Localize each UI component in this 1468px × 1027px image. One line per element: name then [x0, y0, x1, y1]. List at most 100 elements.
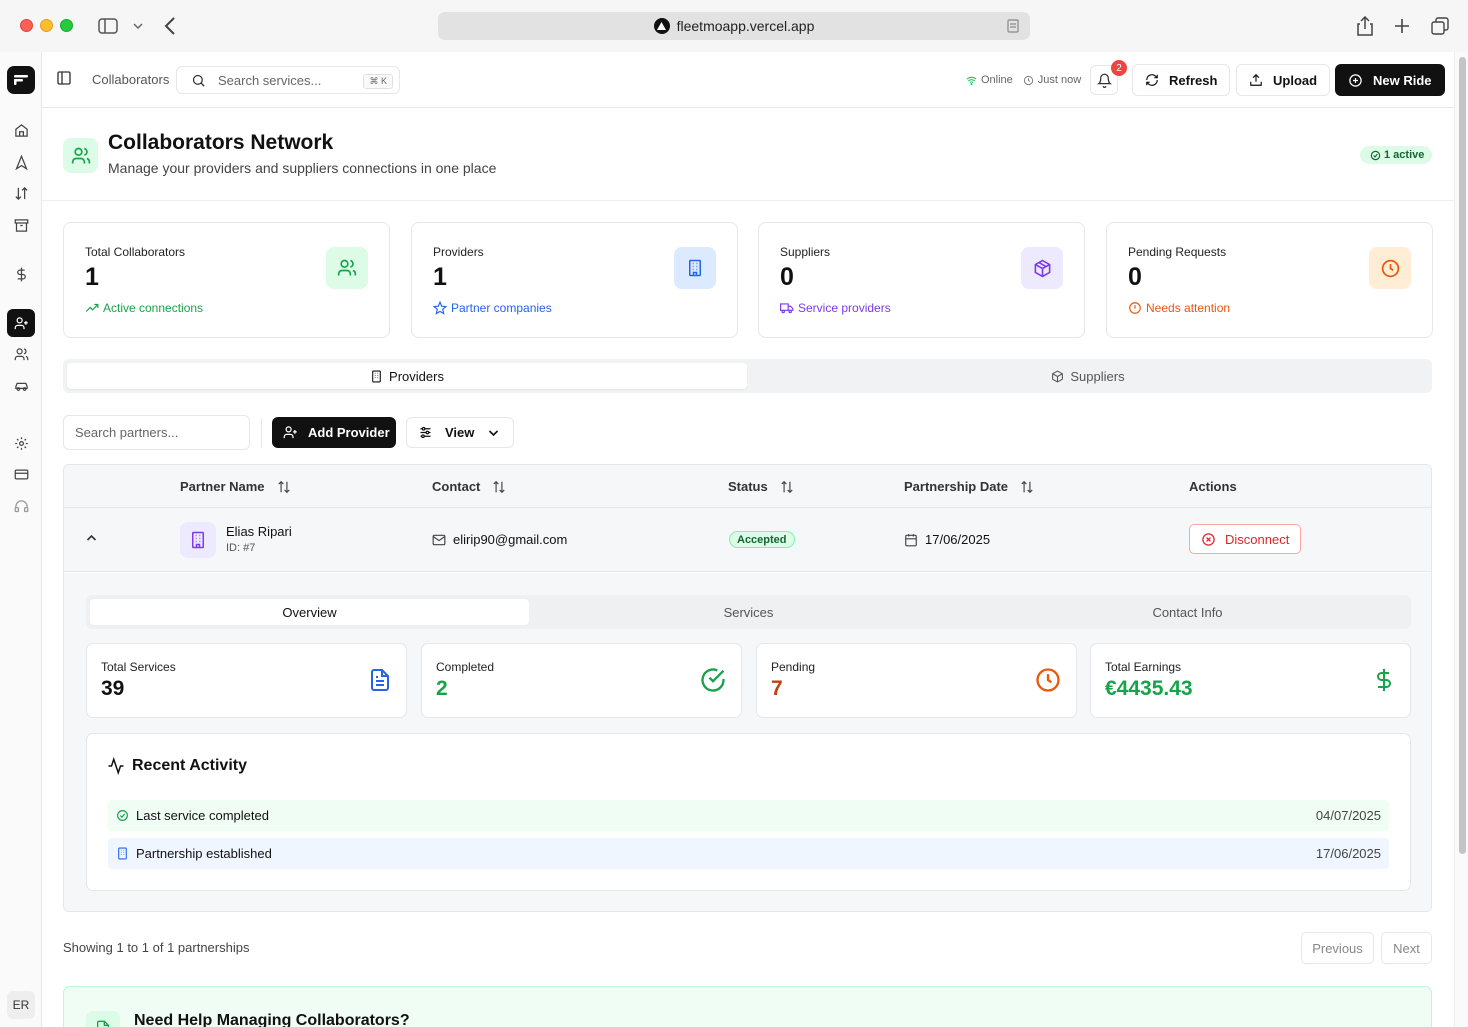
- browser-chrome: fleetmoapp.vercel.app: [0, 0, 1468, 52]
- page-title: Collaborators Network: [108, 131, 334, 154]
- user-plus-icon[interactable]: [7, 309, 35, 337]
- navigation-icon[interactable]: [7, 148, 35, 176]
- site-favicon-icon: [653, 18, 670, 34]
- help-banner: Need Help Managing Collaborators?: [63, 986, 1432, 1027]
- building-icon: [674, 247, 716, 289]
- previous-page-button[interactable]: Previous: [1301, 932, 1374, 964]
- zoom-window-button[interactable]: [60, 19, 73, 32]
- url-text: fleetmoapp.vercel.app: [676, 18, 815, 34]
- search-placeholder: Search services...: [218, 72, 322, 88]
- clock-icon: [1023, 75, 1034, 86]
- column-partnership-date[interactable]: Partnership Date: [904, 479, 1034, 494]
- tab-contact-info[interactable]: Contact Info: [968, 599, 1407, 625]
- share-icon[interactable]: [1353, 14, 1377, 38]
- minimize-window-button[interactable]: [40, 19, 53, 32]
- clock-icon: [1369, 247, 1411, 289]
- app-logo[interactable]: [7, 66, 35, 94]
- stat-value: 1: [433, 263, 447, 291]
- new-tab-icon[interactable]: [1390, 14, 1414, 38]
- sort-icon: [492, 480, 506, 494]
- panel-toggle-icon[interactable]: [56, 70, 72, 86]
- building-icon: [116, 847, 129, 860]
- breadcrumb[interactable]: Collaborators: [92, 72, 169, 87]
- notifications-button[interactable]: 2: [1090, 60, 1127, 95]
- stat-value: 0: [1128, 263, 1142, 291]
- column-partner-name[interactable]: Partner Name: [180, 479, 291, 494]
- credit-card-icon[interactable]: [7, 460, 35, 488]
- home-icon[interactable]: [7, 116, 35, 144]
- stat-card-pending-requests: Pending Requests 0 Needs attention: [1106, 222, 1433, 338]
- search-partners-input[interactable]: Search partners...: [63, 415, 250, 450]
- dollar-icon: [1372, 666, 1396, 694]
- view-options-button[interactable]: View: [406, 417, 514, 448]
- truck-icon: [780, 301, 794, 315]
- back-icon[interactable]: [158, 14, 182, 38]
- add-provider-button[interactable]: Add Provider: [272, 417, 396, 448]
- status-badge: Accepted: [729, 531, 795, 548]
- new-ride-button[interactable]: New Ride: [1335, 64, 1445, 96]
- car-icon[interactable]: [7, 372, 35, 400]
- scrollbar-thumb[interactable]: [1459, 57, 1466, 854]
- settings-icon[interactable]: [7, 429, 35, 457]
- connection-status: Online Just now: [966, 74, 1081, 86]
- chevron-up-icon[interactable]: [86, 534, 97, 542]
- sort-icon: [780, 480, 794, 494]
- page-subtitle: Manage your providers and suppliers conn…: [108, 160, 497, 176]
- online-label: Online: [981, 74, 1013, 86]
- refresh-button[interactable]: Refresh: [1132, 64, 1231, 96]
- tabs-overview-icon[interactable]: [1428, 14, 1452, 38]
- search-icon: [191, 73, 206, 88]
- metric-total-earnings: Total Earnings €4435.43: [1090, 643, 1411, 718]
- sliders-icon: [418, 425, 433, 440]
- reader-icon[interactable]: [1006, 19, 1020, 33]
- mail-icon: [432, 533, 446, 547]
- users-icon: [326, 247, 368, 289]
- disconnect-button[interactable]: Disconnect: [1189, 524, 1301, 554]
- partners-table: Partner Name Contact Status Partnership …: [63, 464, 1432, 912]
- metric-pending: Pending 7: [756, 643, 1077, 718]
- activity-item: Last service completed 04/07/2025: [108, 800, 1389, 831]
- dollar-icon[interactable]: [7, 260, 35, 288]
- global-search-input[interactable]: Search services... ⌘ K: [176, 66, 400, 94]
- tab-overview[interactable]: Overview: [90, 599, 529, 625]
- recent-activity-card: Recent Activity Last service completed 0…: [86, 733, 1411, 891]
- stat-footer: Needs attention: [1128, 301, 1230, 315]
- top-bar: Collaborators Search services... ⌘ K Onl…: [42, 52, 1454, 108]
- chevron-down-icon: [488, 429, 499, 437]
- upload-button[interactable]: Upload: [1236, 64, 1331, 96]
- sort-icon: [1020, 480, 1034, 494]
- calendar-icon: [904, 533, 918, 547]
- star-icon: [433, 301, 447, 315]
- address-bar[interactable]: fleetmoapp.vercel.app: [438, 12, 1030, 40]
- clock-icon: [1034, 666, 1062, 694]
- tab-providers[interactable]: Providers: [67, 363, 747, 389]
- chevron-down-icon[interactable]: [126, 14, 150, 38]
- archive-icon[interactable]: [7, 211, 35, 239]
- recent-activity-title: Recent Activity: [107, 757, 247, 775]
- partner-detail-panel: Overview Services Contact Info Total Ser…: [64, 573, 1431, 911]
- user-avatar[interactable]: ER: [7, 991, 35, 1019]
- page-scrollbar[interactable]: [1454, 52, 1468, 1027]
- tab-services[interactable]: Services: [529, 599, 968, 625]
- headset-icon[interactable]: [7, 492, 35, 520]
- last-updated-label: Just now: [1037, 74, 1082, 86]
- header-divider: [42, 200, 1454, 201]
- column-status[interactable]: Status: [728, 479, 794, 494]
- transfer-icon[interactable]: [7, 179, 35, 207]
- package-icon: [1021, 247, 1063, 289]
- stat-footer: Service providers: [780, 301, 891, 315]
- stat-label: Suppliers: [780, 245, 831, 259]
- column-contact[interactable]: Contact: [432, 479, 506, 494]
- file-icon: [86, 1011, 120, 1027]
- next-page-button[interactable]: Next: [1381, 932, 1432, 964]
- metric-completed: Completed 2: [421, 643, 742, 718]
- partnership-date: 17/06/2025: [904, 532, 990, 547]
- users-icon: [63, 138, 98, 173]
- sidebar-toggle-icon[interactable]: [96, 14, 120, 38]
- users-icon[interactable]: [7, 340, 35, 368]
- close-window-button[interactable]: [20, 19, 33, 32]
- notification-count-badge: 2: [1111, 60, 1127, 76]
- table-row[interactable]: Elias Ripari ID: #7 elirip90@gmail.com A…: [64, 508, 1431, 572]
- tab-suppliers[interactable]: Suppliers: [748, 363, 1428, 389]
- building-icon: [370, 370, 383, 383]
